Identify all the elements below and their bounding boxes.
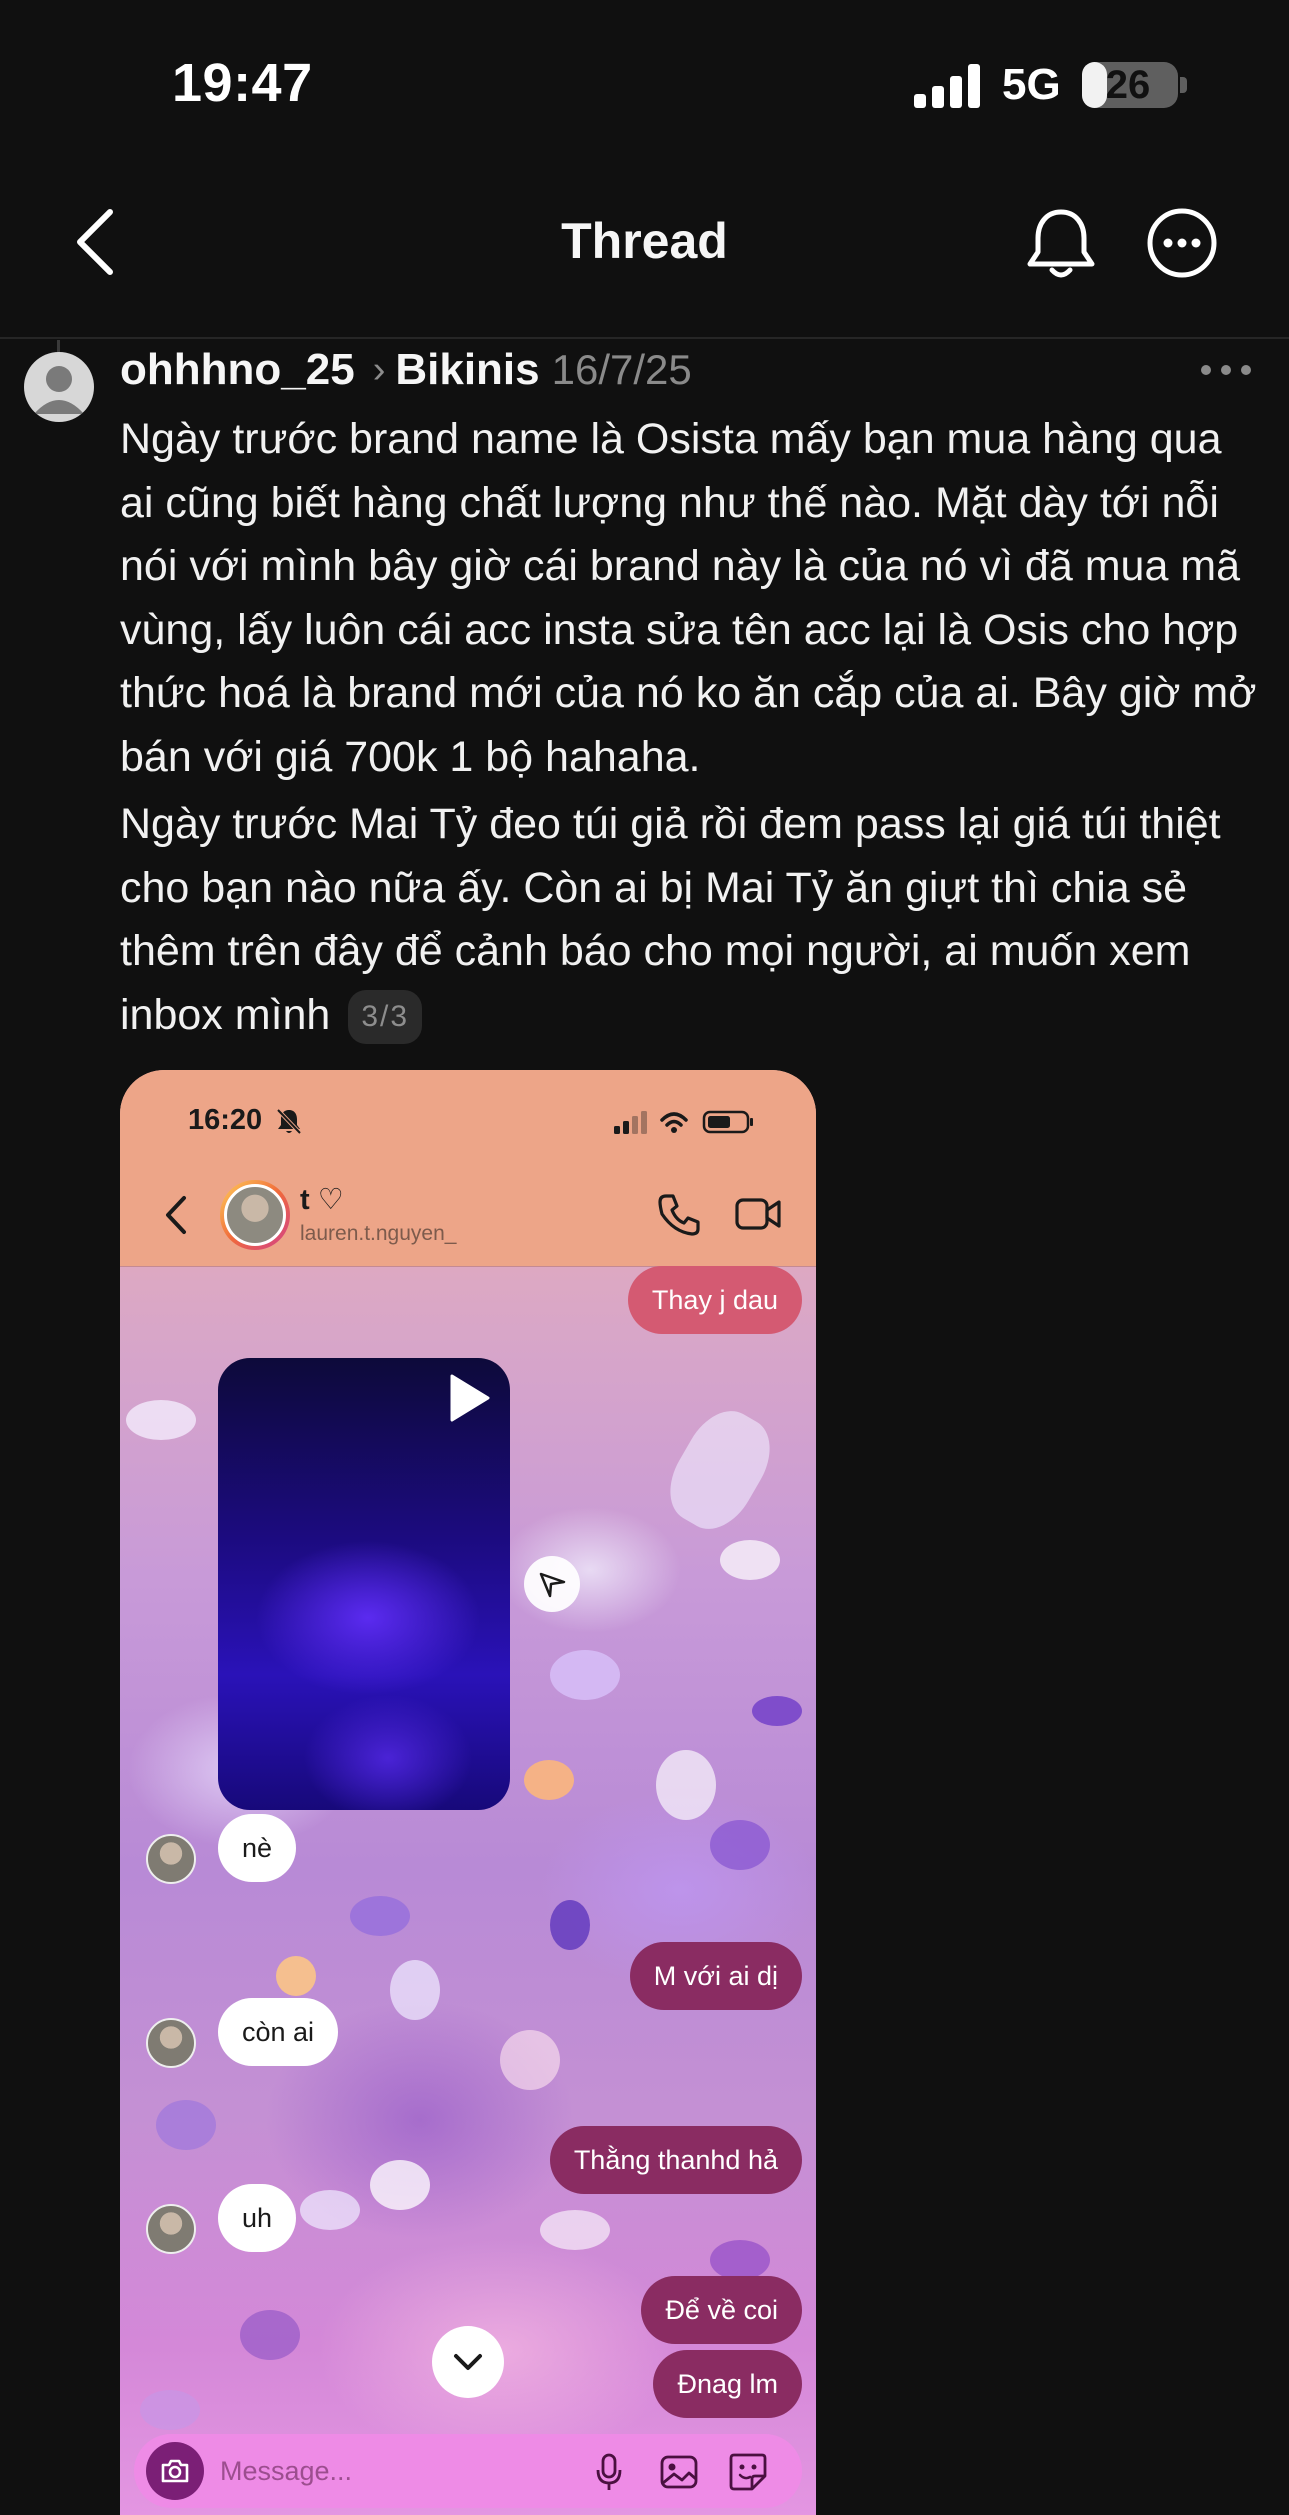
signal-icon bbox=[914, 64, 980, 108]
post-date: 16/7/25 bbox=[551, 346, 692, 393]
decorative-petal bbox=[656, 1750, 716, 1820]
decorative-petal bbox=[156, 2100, 216, 2150]
default-avatar-icon bbox=[34, 366, 84, 414]
decorative-petal bbox=[140, 2390, 200, 2430]
phone-icon[interactable] bbox=[656, 1192, 702, 1238]
network-label: 5G bbox=[1002, 60, 1061, 109]
decorative-petal bbox=[300, 2190, 360, 2230]
camera-button[interactable] bbox=[146, 2442, 204, 2500]
status-time: 19:47 bbox=[172, 53, 313, 113]
camera-icon bbox=[161, 2459, 189, 2483]
video-call-icon[interactable] bbox=[734, 1194, 782, 1234]
sender-avatar bbox=[146, 1834, 196, 1884]
battery-icon: 26 bbox=[1082, 62, 1178, 108]
username[interactable]: ohhhno_25 bbox=[120, 345, 355, 395]
decorative-petal bbox=[655, 1398, 785, 1542]
chevron-down-icon bbox=[454, 2354, 482, 2370]
post-body: Ngày trước brand name là Osista mấy bạn … bbox=[120, 408, 1260, 1047]
decorative-petal bbox=[720, 1540, 780, 1580]
message-bubble-outgoing: Để về coi bbox=[641, 2276, 802, 2344]
decorative-petal bbox=[240, 2310, 300, 2360]
chevron-left-icon[interactable] bbox=[160, 1192, 190, 1238]
dm-status-icons bbox=[614, 1110, 753, 1134]
contact-name: t ♡ bbox=[300, 1184, 344, 1216]
message-bubble-outgoing: Thằng thanhd hả bbox=[549, 2126, 802, 2194]
share-button[interactable] bbox=[524, 1556, 580, 1612]
dm-header: 16:20 t ♡ lauren.t.nguyen_ bbox=[120, 1070, 816, 1266]
gallery-icon[interactable] bbox=[659, 2454, 699, 2490]
post-paragraph: Ngày trước brand name là Osista mấy bạn … bbox=[120, 415, 1257, 781]
bell-off-icon bbox=[276, 1108, 302, 1135]
more-horizontal-icon[interactable] bbox=[1198, 358, 1254, 382]
scroll-to-bottom-button[interactable] bbox=[432, 2326, 504, 2398]
chevron-right-icon: › bbox=[372, 348, 386, 391]
decorative-petal bbox=[370, 2160, 430, 2210]
decorative-petal bbox=[276, 1956, 316, 1996]
post-paragraph-text: Ngày trước Mai Tỷ đeo túi giả rồi đem pa… bbox=[120, 800, 1221, 1039]
sender-avatar bbox=[146, 2018, 196, 2068]
play-icon[interactable] bbox=[446, 1372, 492, 1424]
decorative-petal bbox=[524, 1760, 574, 1800]
more-circle-icon[interactable] bbox=[1145, 206, 1219, 280]
contact-avatar[interactable] bbox=[220, 1180, 290, 1250]
community-name[interactable]: Bikinis bbox=[395, 345, 539, 395]
decorative-petal bbox=[550, 1900, 590, 1950]
decorative-petal bbox=[550, 1650, 620, 1700]
message-input[interactable] bbox=[220, 2434, 540, 2508]
decorative-petal bbox=[390, 1960, 440, 2020]
contact-handle: lauren.t.nguyen_ bbox=[300, 1222, 457, 1245]
battery-percentage: 26 bbox=[1105, 63, 1151, 107]
message-bubble-outgoing: Đnag lm bbox=[653, 2350, 802, 2418]
send-icon bbox=[539, 1572, 566, 1598]
decorative-petal bbox=[752, 1696, 802, 1726]
post-paragraph: Ngày trước Mai Tỷ đeo túi giả rồi đem pa… bbox=[120, 793, 1260, 1047]
dm-status-time: 16:20 bbox=[188, 1104, 263, 1136]
battery-nub bbox=[1180, 77, 1187, 93]
decorative-petal bbox=[710, 1820, 770, 1870]
decorative-petal bbox=[540, 2210, 610, 2250]
message-bubble-incoming: uh bbox=[218, 2184, 297, 2252]
decorative-petal bbox=[500, 2030, 560, 2090]
microphone-icon[interactable] bbox=[594, 2452, 624, 2492]
post-header: ohhhno_25 › Bikinis 16/7/25 bbox=[120, 338, 692, 402]
sticker-icon[interactable] bbox=[728, 2452, 768, 2492]
video-message-thumbnail[interactable] bbox=[218, 1358, 510, 1810]
attached-screenshot[interactable]: 16:20 t ♡ lauren.t.nguyen_ Thay j dau nè… bbox=[120, 1070, 816, 2515]
thread-screen: 19:47 5G 26 Thread ohhhno_25 › Bikinis 1… bbox=[0, 0, 1289, 2515]
page-indicator-badge: 3/3 bbox=[348, 990, 423, 1045]
decorative-petal bbox=[126, 1400, 196, 1440]
message-bubble-outgoing: Thay j dau bbox=[627, 1266, 802, 1334]
decorative-petal bbox=[350, 1896, 410, 1936]
message-bubble-outgoing: M với ai dị bbox=[629, 1942, 802, 2010]
avatar[interactable] bbox=[24, 352, 94, 422]
bell-icon[interactable] bbox=[1024, 204, 1098, 282]
message-bubble-incoming: nè bbox=[218, 1814, 297, 1882]
decorative-petal bbox=[710, 2240, 770, 2280]
message-bubble-incoming: còn ai bbox=[218, 1998, 339, 2066]
message-composer bbox=[134, 2434, 802, 2508]
sender-avatar bbox=[146, 2204, 196, 2254]
